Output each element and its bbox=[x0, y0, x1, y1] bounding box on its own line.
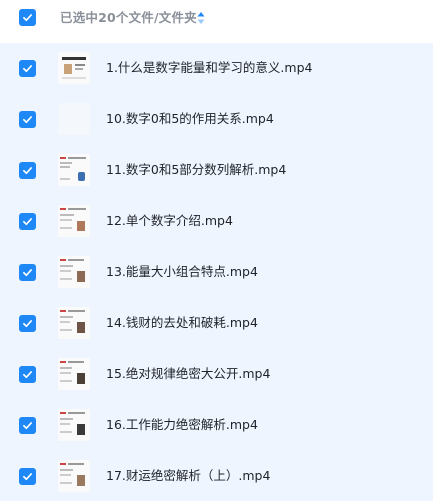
file-name: 12.单个数字介绍.mp4 bbox=[106, 213, 233, 228]
checkmark-icon bbox=[23, 218, 32, 226]
file-checkbox[interactable] bbox=[19, 111, 36, 128]
file-name: 10.数字0和5的作用关系.mp4 bbox=[106, 111, 274, 126]
video-thumbnail bbox=[58, 307, 90, 339]
file-name: 13.能量大小组合特点.mp4 bbox=[106, 264, 258, 279]
video-thumbnail bbox=[58, 460, 90, 492]
selection-header: 已选中20个文件/文件夹 bbox=[0, 0, 433, 36]
file-checkbox[interactable] bbox=[19, 213, 36, 230]
sort-updown-icon[interactable] bbox=[197, 11, 205, 25]
file-row[interactable]: 1.什么是数字能量和学习的意义.mp4 bbox=[0, 43, 433, 94]
checkmark-icon bbox=[23, 65, 32, 73]
video-thumbnail bbox=[58, 205, 90, 237]
file-row[interactable]: 11.数字0和5部分数列解析.mp4 bbox=[0, 145, 433, 196]
file-name: 1.什么是数字能量和学习的意义.mp4 bbox=[106, 60, 313, 75]
file-row[interactable]: 16.工作能力绝密解析.mp4 bbox=[0, 400, 433, 451]
checkmark-icon bbox=[23, 320, 32, 328]
checkmark-icon bbox=[23, 14, 32, 22]
file-name: 11.数字0和5部分数列解析.mp4 bbox=[106, 162, 287, 177]
video-thumbnail bbox=[58, 409, 90, 441]
selection-count-text: 已选中20个文件/文件夹 bbox=[60, 10, 197, 25]
file-checkbox[interactable] bbox=[19, 468, 36, 485]
file-row[interactable]: 17.财运绝密解析（上）.mp4 bbox=[0, 451, 433, 502]
file-row[interactable]: 12.单个数字介绍.mp4 bbox=[0, 196, 433, 247]
file-name: 16.工作能力绝密解析.mp4 bbox=[106, 417, 258, 432]
select-all-checkbox[interactable] bbox=[19, 9, 36, 26]
file-row[interactable]: 13.能量大小组合特点.mp4 bbox=[0, 247, 433, 298]
file-checkbox[interactable] bbox=[19, 264, 36, 281]
checkmark-icon bbox=[23, 422, 32, 430]
file-checkbox[interactable] bbox=[19, 417, 36, 434]
file-checkbox[interactable] bbox=[19, 60, 36, 77]
file-checkbox[interactable] bbox=[19, 366, 36, 383]
file-name: 14.钱财的去处和破耗.mp4 bbox=[106, 315, 258, 330]
file-name: 17.财运绝密解析（上）.mp4 bbox=[106, 468, 271, 483]
file-row[interactable]: 15.绝对规律绝密大公开.mp4 bbox=[0, 349, 433, 400]
checkmark-icon bbox=[23, 371, 32, 379]
checkmark-icon bbox=[23, 167, 32, 175]
file-list: 1.什么是数字能量和学习的意义.mp4 10.数字0和5的作用关系.mp4 11… bbox=[0, 43, 433, 501]
file-checkbox[interactable] bbox=[19, 162, 36, 179]
file-name: 15.绝对规律绝密大公开.mp4 bbox=[106, 366, 271, 381]
video-thumbnail bbox=[58, 103, 90, 135]
file-row[interactable]: 10.数字0和5的作用关系.mp4 bbox=[0, 94, 433, 145]
checkmark-icon bbox=[23, 473, 32, 481]
checkmark-icon bbox=[23, 116, 32, 124]
video-thumbnail bbox=[58, 256, 90, 288]
checkmark-icon bbox=[23, 269, 32, 277]
video-thumbnail bbox=[58, 358, 90, 390]
file-row[interactable]: 14.钱财的去处和破耗.mp4 bbox=[0, 298, 433, 349]
file-checkbox[interactable] bbox=[19, 315, 36, 332]
video-thumbnail bbox=[58, 154, 90, 186]
video-thumbnail bbox=[58, 52, 90, 84]
